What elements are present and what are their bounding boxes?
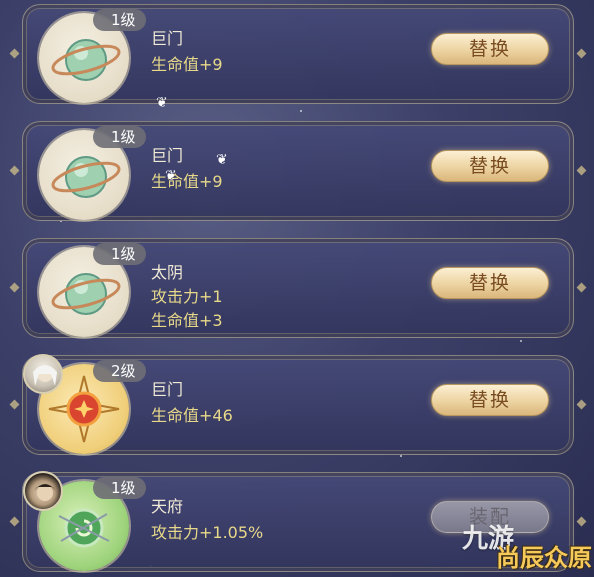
stat-line: 生命值+9 bbox=[151, 172, 223, 191]
level-badge: 1级 bbox=[93, 126, 146, 148]
stat-line: 生命值+46 bbox=[151, 406, 233, 425]
replace-button[interactable]: 替换 bbox=[431, 150, 549, 182]
stat-line: 攻击力+1 bbox=[151, 287, 223, 306]
feather-particle-icon: ❦ bbox=[165, 168, 177, 184]
star-slot-card-4: 2级 巨门 生命值+46 替换 bbox=[22, 354, 574, 455]
star-slot-card-1: 1级 巨门 生命值+9 替换 bbox=[22, 4, 574, 104]
replace-button[interactable]: 替换 bbox=[431, 384, 549, 416]
level-badge: 1级 bbox=[93, 243, 146, 265]
star-name: 巨门 bbox=[151, 29, 184, 48]
replace-button[interactable]: 替换 bbox=[431, 33, 549, 65]
level-badge: 1级 bbox=[93, 9, 146, 31]
stat-line: 攻击力+1.05% bbox=[151, 523, 264, 542]
star-name: 巨门 bbox=[151, 380, 184, 399]
corner-watermark: 尚辰众原 bbox=[496, 544, 592, 572]
replace-button[interactable]: 替换 bbox=[431, 267, 549, 299]
star-name: 巨门 bbox=[151, 146, 184, 165]
level-badge: 2级 bbox=[93, 360, 146, 382]
white-hair-character-avatar bbox=[23, 354, 63, 394]
level-badge: 1级 bbox=[93, 477, 146, 499]
star-slot-card-3: 1级 太阴 攻击力+1 生命值+3 替换 bbox=[22, 238, 574, 338]
feather-particle-icon: ❦ bbox=[156, 95, 168, 111]
feather-particle-icon: ❦ bbox=[216, 152, 228, 168]
stat-line: 生命值+3 bbox=[151, 311, 223, 330]
stat-line: 生命值+9 bbox=[151, 55, 223, 74]
dark-hair-character-avatar bbox=[23, 471, 63, 511]
star-name: 天府 bbox=[151, 497, 184, 516]
star-slot-card-2: 1级 巨门 生命值+9 替换 bbox=[22, 121, 574, 221]
star-name: 太阴 bbox=[151, 263, 184, 282]
